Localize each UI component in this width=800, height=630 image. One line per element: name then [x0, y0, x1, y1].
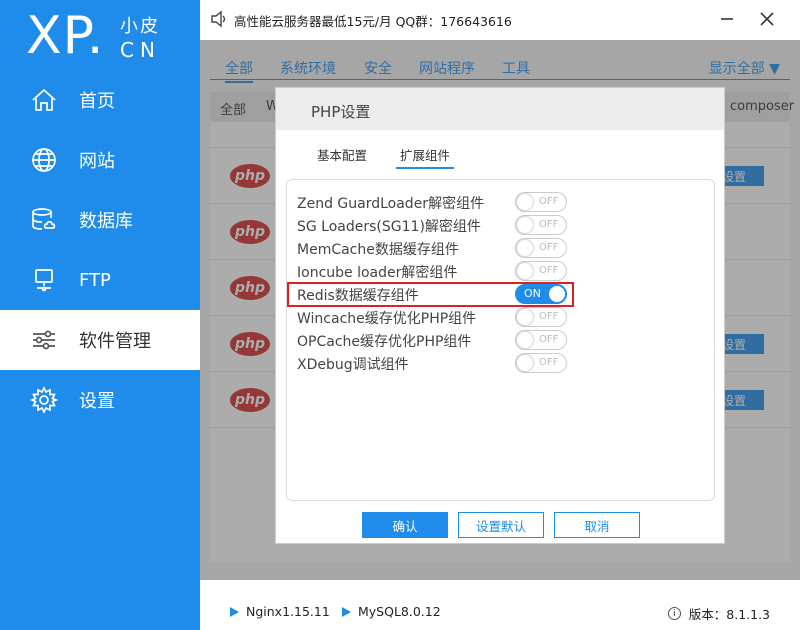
monitor-icon: [29, 265, 59, 295]
extension-toggle[interactable]: OFF: [515, 192, 567, 212]
php-settings-dialog: PHP设置 基本配置 扩展组件 Zend GuardLoader解密组件 OFF…: [275, 87, 725, 544]
extension-row-sg11: SG Loaders(SG11)解密组件 OFF: [297, 214, 707, 236]
toggle-knob: [517, 194, 533, 210]
sidebar-item-label: 数据库: [79, 211, 133, 232]
extension-toggle[interactable]: OFF: [515, 353, 567, 373]
toggle-state: OFF: [539, 334, 559, 345]
extension-row-xdebug: XDebug调试组件 OFF: [297, 352, 707, 374]
service-name: MySQL8.0.12: [358, 604, 441, 619]
toggle-knob: [517, 263, 533, 279]
app-logo: XP. 小皮 CN: [22, 4, 192, 70]
extension-row-zend: Zend GuardLoader解密组件 OFF: [297, 191, 707, 213]
play-icon: [342, 606, 351, 617]
globe-icon: [29, 145, 59, 175]
confirm-button[interactable]: 确认: [362, 512, 448, 538]
extension-name: SG Loaders(SG11)解密组件: [297, 219, 481, 235]
status-bar: Nginx1.15.11 MySQL8.0.12 i 版本：8.1.1.3: [200, 590, 800, 630]
toggle-knob: [517, 309, 533, 325]
toggle-state: OFF: [539, 357, 559, 368]
dialog-title-bar: PHP设置: [276, 88, 724, 130]
dialog-title: PHP设置: [311, 103, 371, 121]
sidebar-item-settings[interactable]: 设置: [0, 370, 200, 430]
sidebar-item-home[interactable]: 首页: [0, 70, 200, 130]
extension-name: Wincache缓存优化PHP组件: [297, 311, 477, 327]
extension-toggle[interactable]: OFF: [515, 238, 567, 258]
sidebar-item-software[interactable]: 软件管理: [0, 310, 200, 370]
service-name: Nginx1.15.11: [246, 604, 330, 619]
extension-row-memcache: MemCache数据缓存组件 OFF: [297, 237, 707, 259]
toggle-knob: [517, 240, 533, 256]
extensions-list: Zend GuardLoader解密组件 OFF SG Loaders(SG11…: [286, 179, 715, 501]
ad-notice[interactable]: 高性能云服务器最低15元/月 QQ群：176643616: [234, 11, 512, 30]
extension-row-ioncube: Ioncube loader解密组件 OFF: [297, 260, 707, 282]
logo-sub-cn: 小皮: [120, 16, 160, 37]
extension-toggle[interactable]: OFF: [515, 307, 567, 327]
service-nginx[interactable]: Nginx1.15.11: [230, 604, 330, 619]
sidebar-item-label: 设置: [79, 391, 115, 412]
extension-toggle[interactable]: OFF: [515, 261, 567, 281]
toggle-state: OFF: [539, 219, 559, 230]
sidebar-item-label: 网站: [79, 151, 115, 172]
extension-name: Zend GuardLoader解密组件: [297, 196, 485, 212]
redis-highlight-box: [287, 282, 574, 307]
toggle-knob: [517, 332, 533, 348]
toggle-knob: [517, 355, 533, 371]
sidebar-item-label: 软件管理: [79, 331, 151, 352]
toggle-state: OFF: [539, 265, 559, 276]
sidebar-item-label: 首页: [79, 91, 115, 112]
toggle-state: OFF: [539, 196, 559, 207]
reset-default-button[interactable]: 设置默认: [458, 512, 544, 538]
sidebar: XP. 小皮 CN 首页 网站 数据库 FTP 软件管理 设置: [0, 0, 200, 630]
extension-row-wincache: Wincache缓存优化PHP组件 OFF: [297, 306, 707, 328]
cancel-button[interactable]: 取消: [554, 512, 640, 538]
tab-extensions[interactable]: 扩展组件: [396, 145, 455, 169]
logo-main: XP.: [26, 6, 105, 66]
service-mysql[interactable]: MySQL8.0.12: [342, 604, 441, 619]
extension-row-opcache: OPCache缓存优化PHP组件 OFF: [297, 329, 707, 351]
version-label: 版本：8.1.1.3: [688, 607, 770, 622]
play-icon: [230, 606, 239, 617]
extension-toggle[interactable]: OFF: [515, 215, 567, 235]
extension-name: Ioncube loader解密组件: [297, 265, 458, 281]
sidebar-item-label: FTP: [79, 269, 111, 291]
info-icon: i: [667, 607, 681, 620]
extension-name: OPCache缓存优化PHP组件: [297, 334, 472, 350]
tab-basic-config[interactable]: 基本配置: [317, 145, 367, 164]
top-bar: 高性能云服务器最低15元/月 QQ群：176643616: [200, 0, 800, 40]
logo-sub-en: CN: [120, 38, 161, 62]
gear-icon: [29, 385, 59, 415]
toggle-knob: [517, 217, 533, 233]
database-icon: [29, 205, 59, 235]
sidebar-item-database[interactable]: 数据库: [0, 190, 200, 250]
close-icon[interactable]: [756, 8, 778, 30]
speaker-icon: [210, 10, 228, 28]
toggle-state: OFF: [539, 311, 559, 322]
extension-name: MemCache数据缓存组件: [297, 242, 459, 258]
home-icon: [29, 85, 59, 115]
sidebar-item-websites[interactable]: 网站: [0, 130, 200, 190]
sliders-icon: [29, 325, 59, 355]
extension-name: XDebug调试组件: [297, 357, 409, 373]
version-info: i 版本：8.1.1.3: [667, 604, 770, 623]
minimize-icon[interactable]: [716, 8, 738, 30]
sidebar-item-ftp[interactable]: FTP: [0, 250, 200, 310]
extension-toggle[interactable]: OFF: [515, 330, 567, 350]
toggle-state: OFF: [539, 242, 559, 253]
